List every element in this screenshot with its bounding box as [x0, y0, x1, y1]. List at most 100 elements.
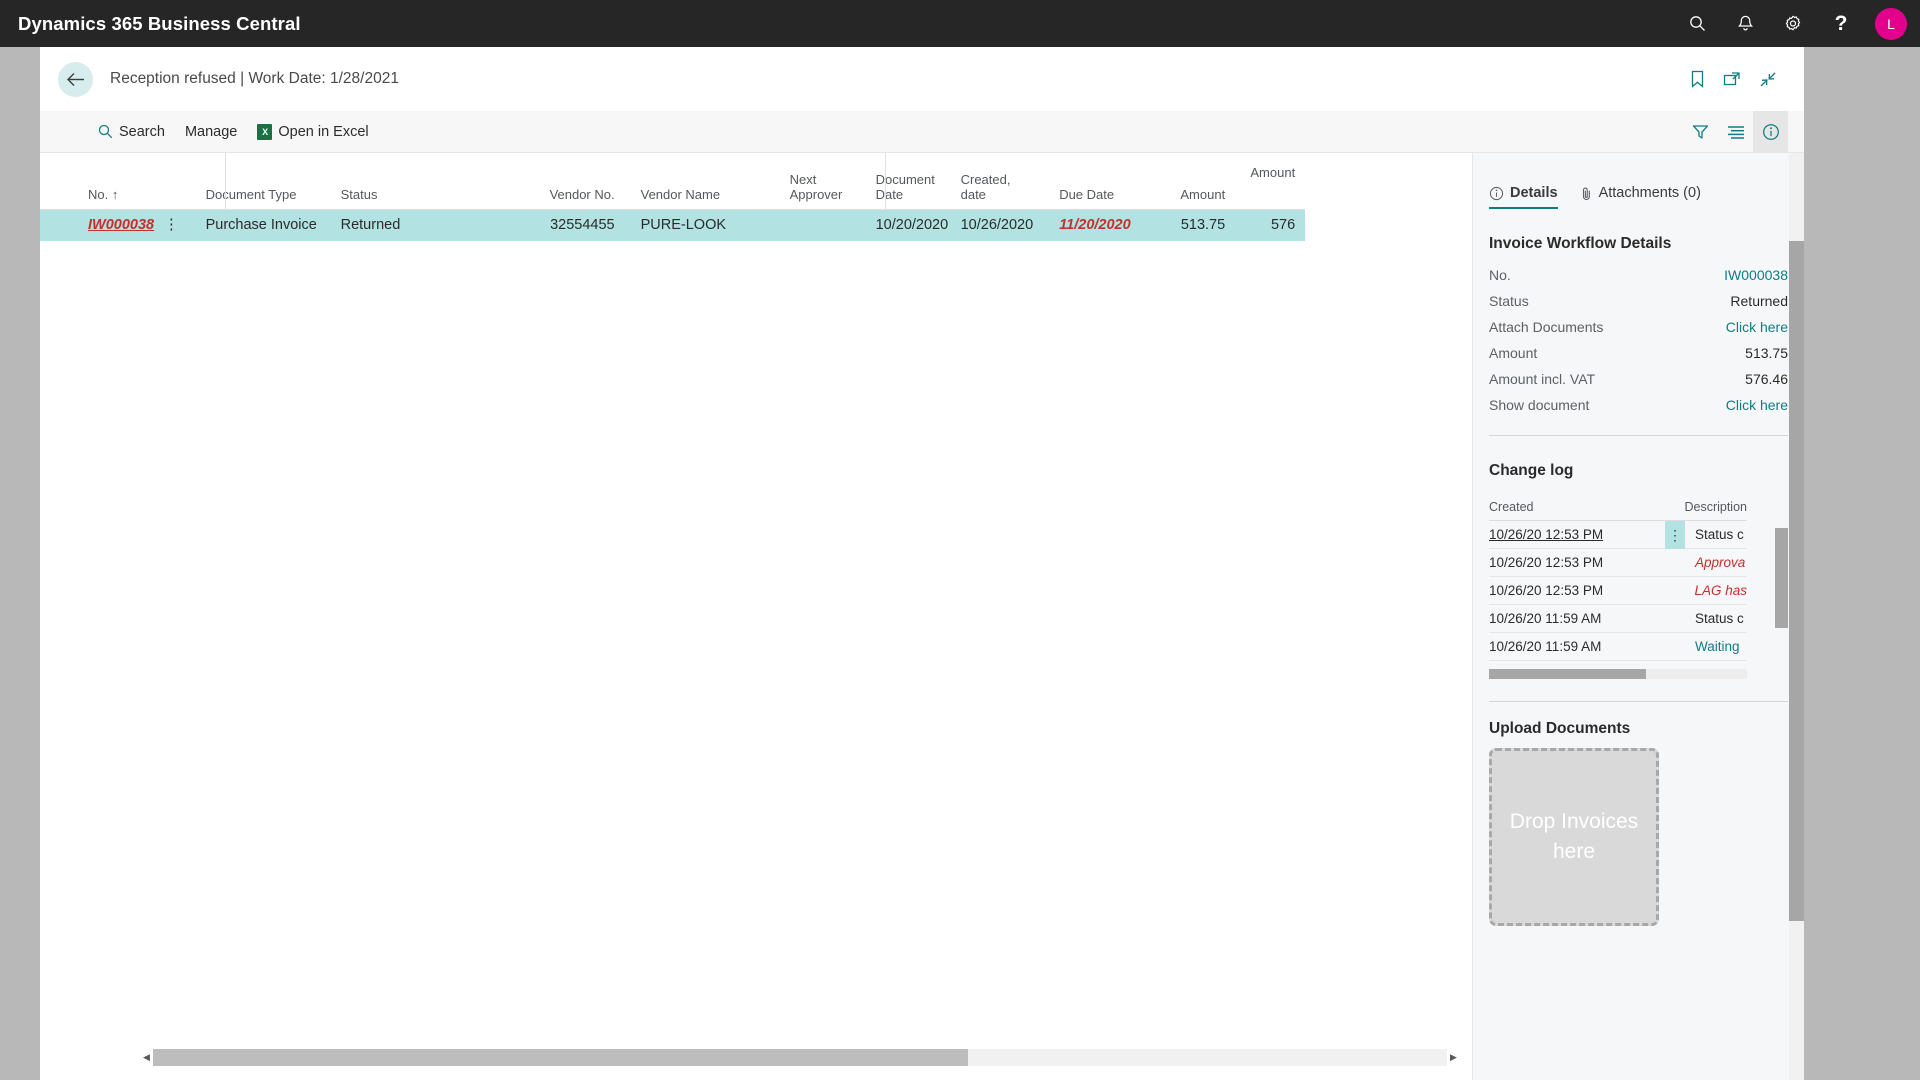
- col-next-approver[interactable]: Next Approver: [789, 153, 876, 210]
- scroll-track[interactable]: [153, 1049, 1447, 1066]
- changelog-vertical-scroll-thumb[interactable]: [1775, 528, 1788, 628]
- cell-no[interactable]: IW000038: [40, 209, 165, 241]
- changelog-col-description[interactable]: Description: [1684, 500, 1747, 514]
- detail-row-no: No. IW000038: [1489, 267, 1788, 283]
- changelog-row[interactable]: 10/26/20 12:53 PM ⋮ Status c: [1489, 520, 1747, 549]
- factbox-scroll-thumb[interactable]: [1789, 241, 1804, 921]
- changelog-header-row: Created Description: [1489, 500, 1747, 521]
- detail-row-attach-documents: Attach Documents Click here: [1489, 319, 1788, 335]
- gear-icon[interactable]: [1769, 0, 1817, 47]
- table-row[interactable]: IW000038 ⋮ Purchase Invoice Returned 325…: [40, 209, 1306, 241]
- detail-value: 513.75: [1745, 345, 1788, 361]
- changelog-row[interactable]: 10/26/20 12:53 PM Approva: [1489, 549, 1747, 577]
- changelog-row[interactable]: 10/26/20 11:59 AM Waiting: [1489, 633, 1747, 661]
- cell-created-date: 10/26/2020: [960, 209, 1044, 241]
- info-icon[interactable]: [1753, 110, 1788, 153]
- detail-value[interactable]: IW000038: [1724, 267, 1788, 283]
- scroll-thumb[interactable]: [153, 1049, 969, 1066]
- search-icon: [98, 124, 113, 139]
- grid-horizontal-scrollbar[interactable]: ◀ ▶: [140, 1049, 1460, 1066]
- scroll-right-icon[interactable]: ▶: [1447, 1052, 1460, 1063]
- changelog-description: Status c: [1695, 527, 1744, 542]
- changelog-created: 10/26/20 12:53 PM: [1489, 527, 1604, 542]
- col-amount-incl-vat[interactable]: Amount: [1235, 153, 1306, 210]
- detail-row-amount-incl-vat: Amount incl. VAT 576.46: [1489, 371, 1788, 387]
- cell-next-approver: [789, 209, 876, 241]
- collapse-icon[interactable]: [1759, 71, 1777, 88]
- detail-key: Amount incl. VAT: [1489, 371, 1596, 387]
- detail-value[interactable]: Click here: [1726, 397, 1788, 413]
- scroll-left-icon[interactable]: ◀: [140, 1052, 153, 1063]
- filter-icon[interactable]: [1683, 111, 1718, 153]
- cell-amount: 513.75: [1143, 209, 1236, 241]
- detail-value: Returned: [1730, 293, 1788, 309]
- col-document-type[interactable]: Document Type: [188, 153, 341, 210]
- detail-row-status: Status Returned: [1489, 293, 1788, 309]
- col-vendor-name[interactable]: Vendor Name: [624, 153, 790, 210]
- changelog-row-menu-icon[interactable]: ⋮: [1665, 520, 1685, 549]
- help-label: ?: [1834, 12, 1848, 35]
- excel-icon: X: [257, 123, 273, 140]
- back-button[interactable]: [58, 61, 93, 97]
- col-amount[interactable]: Amount: [1143, 153, 1236, 210]
- detail-key: Amount: [1489, 345, 1538, 361]
- action-ribbon: Search Manage X Open in Excel: [40, 110, 1804, 153]
- manage-action[interactable]: Manage: [175, 117, 247, 147]
- search-action[interactable]: Search: [88, 117, 175, 147]
- app-bar: Dynamics 365 Business Central ? L: [0, 0, 1920, 47]
- dropzone[interactable]: Drop Invoices here: [1489, 748, 1659, 926]
- tab-details[interactable]: Details: [1489, 185, 1558, 209]
- col-due-date[interactable]: Due Date: [1043, 153, 1144, 210]
- details-fields: No. IW000038 Status Returned Attach Docu…: [1489, 267, 1788, 413]
- row-menu-icon[interactable]: ⋮: [164, 209, 189, 241]
- divider: [1489, 701, 1788, 702]
- col-no[interactable]: No. ↑: [40, 153, 165, 210]
- bookmark-icon[interactable]: [1690, 70, 1705, 88]
- tab-attachments[interactable]: Attachments (0): [1580, 185, 1701, 209]
- factbox-vertical-scrollbar[interactable]: [1789, 153, 1804, 1080]
- changelog-col-created[interactable]: Created: [1489, 500, 1684, 514]
- changelog-row[interactable]: 10/26/20 12:53 PM LAG has: [1489, 577, 1747, 605]
- divider: [1489, 435, 1788, 436]
- col-vendor-no[interactable]: Vendor No.: [528, 153, 625, 210]
- detail-value[interactable]: Click here: [1726, 319, 1788, 335]
- col-status[interactable]: Status: [340, 153, 529, 210]
- avatar[interactable]: L: [1875, 7, 1907, 40]
- changelog-created: 10/26/20 12:53 PM: [1489, 583, 1604, 598]
- records-table: No. ↑ Document Type Status Vendor No. Ve…: [40, 153, 1306, 241]
- detail-row-show-document: Show document Click here: [1489, 397, 1788, 413]
- factbox-tabs: Details Attachments (0): [1473, 153, 1804, 209]
- changelog-horizontal-scroll-thumb[interactable]: [1489, 669, 1646, 679]
- table-header: No. ↑ Document Type Status Vendor No. Ve…: [40, 153, 1306, 210]
- table-header-row: No. ↑ Document Type Status Vendor No. Ve…: [40, 153, 1306, 210]
- bell-icon[interactable]: [1721, 0, 1769, 47]
- tab-attachments-label: Attachments (0): [1598, 185, 1701, 201]
- changelog-row[interactable]: 10/26/20 11:59 AM Status c: [1489, 605, 1747, 633]
- dropzone-label: Drop Invoices here: [1509, 809, 1639, 863]
- open-in-excel-label: Open in Excel: [278, 123, 369, 140]
- app-title: Dynamics 365 Business Central: [18, 12, 301, 34]
- details-heading: Invoice Workflow Details: [1489, 235, 1672, 252]
- detail-key: Attach Documents: [1489, 319, 1604, 335]
- changelog-heading: Change log: [1489, 462, 1574, 479]
- col-menu: [164, 153, 189, 210]
- tab-details-label: Details: [1510, 185, 1558, 201]
- factbox-body: Invoice Workflow Details No. IW000038 St…: [1473, 235, 1804, 926]
- open-in-excel-action[interactable]: X Open in Excel: [247, 117, 378, 147]
- changelog-description: Waiting: [1695, 639, 1740, 654]
- list-icon[interactable]: [1718, 111, 1753, 153]
- cell-vendor-no[interactable]: 32554455: [528, 209, 625, 241]
- app-window: Dynamics 365 Business Central ? L Recept…: [0, 0, 1920, 1080]
- help-icon[interactable]: ?: [1817, 0, 1865, 47]
- col-document-date[interactable]: Document Date: [875, 153, 961, 210]
- col-created-date[interactable]: Created, date: [960, 153, 1044, 210]
- upload-heading: Upload Documents: [1489, 720, 1631, 737]
- header-divider-1: [225, 153, 226, 209]
- cell-amount-incl-vat: 576: [1235, 209, 1306, 241]
- open-new-window-icon[interactable]: [1723, 71, 1741, 87]
- search-icon[interactable]: [1673, 0, 1721, 47]
- ribbon-view-actions: [1683, 110, 1804, 153]
- changelog-description: LAG has: [1694, 583, 1747, 598]
- page-title: Reception refused | Work Date: 1/28/2021: [110, 70, 399, 87]
- changelog-clip: Created Description 10/26/20 12:53 PM ⋮ …: [1489, 500, 1747, 675]
